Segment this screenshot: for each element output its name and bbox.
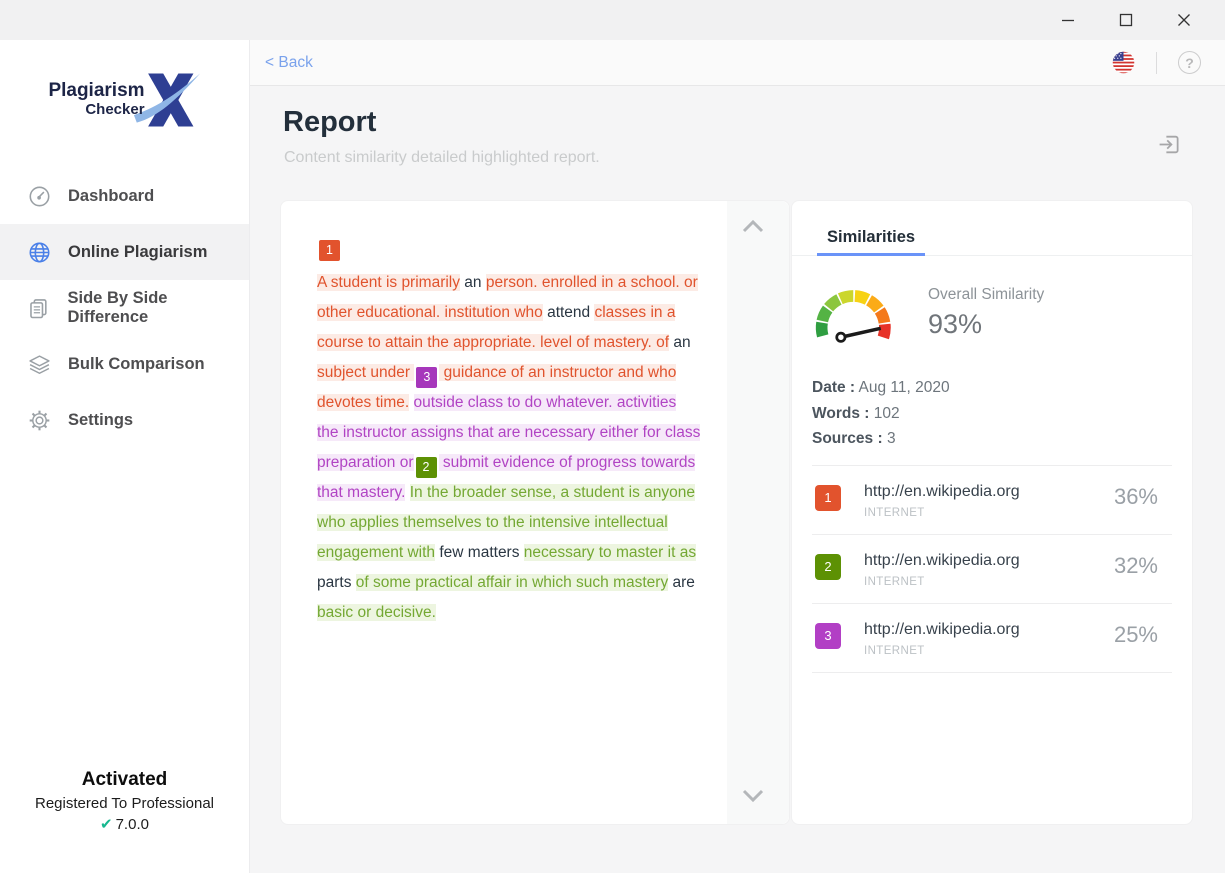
- minimize-icon: [1061, 13, 1075, 27]
- source-badge: 1: [815, 485, 841, 511]
- similarities-panel: Similarities Overall Similarity: [791, 200, 1193, 825]
- topbar: < Back ?: [250, 40, 1225, 86]
- sidebar-item-label: Side By Side Difference: [68, 289, 249, 327]
- source-badge: 3: [815, 623, 841, 649]
- source-url: http://en.wikipedia.org: [864, 483, 1114, 501]
- doc-segment: [409, 394, 413, 411]
- logo-text-line1: Plagiarism: [48, 81, 144, 102]
- doc-segment: an: [460, 274, 486, 291]
- main-content: Report Content similarity detailed highl…: [250, 86, 1225, 873]
- doc-segment: parts: [317, 574, 356, 591]
- date-value: Aug 11, 2020: [859, 379, 950, 396]
- source-type: INTERNET: [864, 645, 1114, 657]
- minimize-button[interactable]: [1039, 0, 1097, 40]
- sources-label: Sources :: [812, 430, 883, 447]
- source-row[interactable]: 1 http://en.wikipedia.org INTERNET 36%: [812, 466, 1172, 535]
- report-meta: Date : Aug 11, 2020 Words : 102 Sources …: [812, 375, 1172, 452]
- sidebar-item-side-by-side[interactable]: Side By Side Difference: [0, 280, 249, 336]
- source-type: INTERNET: [864, 576, 1114, 588]
- app-version: 7.0.0: [116, 816, 149, 833]
- match-badge-3[interactable]: 3: [416, 367, 437, 388]
- language-flag-button[interactable]: [1111, 51, 1135, 75]
- match-badge-1[interactable]: 1: [319, 240, 340, 261]
- tab-similarities[interactable]: Similarities: [817, 201, 925, 256]
- dashboard-gauge-icon: [27, 184, 51, 208]
- doc-segment: attend: [543, 304, 595, 321]
- doc-segment: necessary to master it as: [524, 544, 696, 561]
- source-badge: 2: [815, 554, 841, 580]
- check-icon: ✔: [100, 816, 113, 833]
- doc-segment: an: [669, 334, 691, 351]
- doc-segment: subject under: [317, 364, 414, 381]
- sidebar-item-label: Dashboard: [68, 187, 154, 206]
- source-url: http://en.wikipedia.org: [864, 552, 1114, 570]
- document-panel: 1A student is primarily an person. enrol…: [280, 200, 790, 825]
- match-badge-2[interactable]: 2: [416, 457, 437, 478]
- activation-registered: Registered To Professional: [0, 795, 249, 812]
- source-row[interactable]: 3 http://en.wikipedia.org INTERNET 25%: [812, 604, 1172, 673]
- sidebar: Plagiarism Checker Dashboard Online Plag…: [0, 40, 250, 873]
- sidebar-nav: Dashboard Online Plagiarism Side By Side…: [0, 168, 249, 448]
- us-flag-icon: [1112, 51, 1135, 74]
- activation-status: Activated: [0, 769, 249, 791]
- overall-similarity-value: 93%: [928, 309, 1044, 340]
- window-titlebar: [0, 0, 1225, 40]
- logo-text-line2: Checker: [48, 102, 144, 119]
- scroll-up-button[interactable]: [737, 215, 769, 241]
- layers-icon: [27, 352, 51, 376]
- globe-icon: [27, 240, 51, 264]
- source-url: http://en.wikipedia.org: [864, 621, 1114, 639]
- scroll-down-button[interactable]: [737, 784, 769, 810]
- sidebar-item-dashboard[interactable]: Dashboard: [0, 168, 249, 224]
- doc-segment: A student is primarily: [317, 274, 460, 291]
- export-report-button[interactable]: [1156, 132, 1182, 158]
- similarity-gauge-icon: [812, 278, 900, 347]
- activation-info: Activated Registered To Professional ✔7.…: [0, 769, 249, 833]
- chevron-up-icon: [742, 220, 764, 233]
- documents-icon: [27, 296, 51, 320]
- gear-icon: [27, 408, 51, 432]
- export-icon: [1157, 132, 1182, 157]
- source-row[interactable]: 2 http://en.wikipedia.org INTERNET 32%: [812, 535, 1172, 604]
- maximize-icon: [1119, 13, 1133, 27]
- document-scrollbar[interactable]: [727, 201, 789, 824]
- sidebar-item-label: Online Plagiarism: [68, 243, 207, 262]
- doc-segment: basic or decisive.: [317, 604, 436, 621]
- sidebar-item-bulk-comparison[interactable]: Bulk Comparison: [0, 336, 249, 392]
- badge-row: 1: [317, 231, 701, 261]
- overall-similarity-label: Overall Similarity: [928, 286, 1044, 304]
- source-percent: 36%: [1114, 484, 1158, 510]
- close-button[interactable]: [1155, 0, 1213, 40]
- sidebar-item-label: Settings: [68, 411, 133, 430]
- maximize-button[interactable]: [1097, 0, 1155, 40]
- sidebar-item-label: Bulk Comparison: [68, 355, 205, 374]
- words-value: 102: [874, 405, 900, 422]
- document-text: 1A student is primarily an person. enrol…: [317, 231, 701, 628]
- page-subtitle: Content similarity detailed highlighted …: [284, 149, 600, 167]
- app-logo: Plagiarism Checker: [0, 70, 249, 130]
- doc-segment: are: [668, 574, 695, 591]
- chevron-down-icon: [742, 789, 764, 802]
- close-icon: [1177, 13, 1191, 27]
- page-title: Report: [283, 106, 376, 139]
- help-button[interactable]: ?: [1178, 51, 1201, 74]
- back-button[interactable]: < Back: [265, 54, 313, 72]
- words-label: Words :: [812, 405, 869, 422]
- sidebar-item-online-plagiarism[interactable]: Online Plagiarism: [0, 224, 249, 280]
- source-type: INTERNET: [864, 507, 1114, 519]
- similarities-tabbar: Similarities: [792, 201, 1192, 256]
- sources-value: 3: [887, 430, 896, 447]
- doc-segment: few matters: [435, 544, 524, 561]
- sidebar-item-settings[interactable]: Settings: [0, 392, 249, 448]
- doc-segment: of some practical affair in which such m…: [356, 574, 668, 591]
- date-label: Date :: [812, 379, 855, 396]
- question-mark-icon: ?: [1185, 55, 1194, 71]
- source-percent: 25%: [1114, 622, 1158, 648]
- source-percent: 32%: [1114, 553, 1158, 579]
- topbar-divider: [1156, 52, 1157, 74]
